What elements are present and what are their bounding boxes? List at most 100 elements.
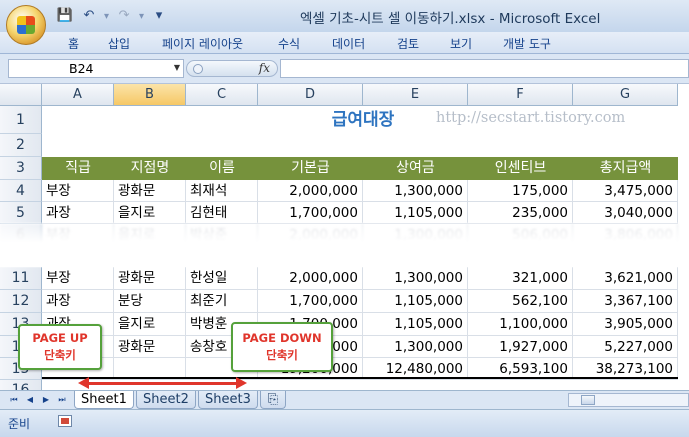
formula-input[interactable] <box>280 59 689 78</box>
column-header-b[interactable]: B <box>114 84 186 106</box>
sheet-tab-2[interactable]: Sheet2 <box>136 391 196 409</box>
cell-bonus[interactable]: 1,105,000 <box>363 313 468 336</box>
sheet-tab-1[interactable]: Sheet1 <box>74 391 134 409</box>
formula-controls: fx <box>186 60 278 77</box>
watermark: http://secstart.tistory.com <box>436 110 626 126</box>
tab-arrow <box>88 382 236 385</box>
cell-branch[interactable]: 광화문 <box>114 336 186 358</box>
select-all-corner[interactable] <box>0 84 42 106</box>
row-header-12[interactable]: 12 <box>0 290 42 313</box>
cell-branch[interactable]: 광화문 <box>114 180 186 202</box>
sheet-tab-3[interactable]: Sheet3 <box>198 391 258 409</box>
quick-access-toolbar: 💾 ↶ ▾ ↷ ▾ ▾ <box>56 7 168 25</box>
first-sheet-icon[interactable]: ⏮ <box>8 394 20 406</box>
tab-view[interactable]: 보기 <box>450 35 472 52</box>
office-logo-icon <box>17 16 35 34</box>
cell-name[interactable]: 최준기 <box>186 290 258 313</box>
row-header-1[interactable]: 1 <box>0 106 42 134</box>
header-bonus[interactable]: 상여금 <box>363 157 468 180</box>
cell-incentive[interactable]: 175,000 <box>468 180 573 202</box>
cell-rank[interactable]: 부장 <box>42 180 114 202</box>
cell-bonus[interactable]: 1,105,000 <box>363 290 468 313</box>
cell-total-pay[interactable]: 3,040,000 <box>573 202 678 224</box>
cell-base-pay[interactable]: 1,700,000 <box>258 290 363 313</box>
tab-insert[interactable]: 삽입 <box>108 35 130 52</box>
prev-sheet-icon[interactable]: ◀ <box>24 394 36 406</box>
cell-total-pay[interactable]: 3,621,000 <box>573 267 678 290</box>
insert-function-icon[interactable]: fx <box>259 61 270 75</box>
customize-qat-icon[interactable]: ▾ <box>150 8 168 24</box>
sheet-tab-bar: ⏮ ◀ ▶ ⏭ Sheet1 Sheet2 Sheet3 ⎘ <box>0 390 689 409</box>
total-row-border <box>42 377 678 379</box>
tab-review[interactable]: 검토 <box>397 35 419 52</box>
tab-page-layout[interactable]: 페이지 레이아웃 <box>162 35 243 52</box>
name-box[interactable]: B24 ▼ <box>8 59 184 78</box>
tab-data[interactable]: 데이터 <box>332 35 365 52</box>
row-header-4[interactable]: 4 <box>0 180 42 202</box>
column-header-f[interactable]: F <box>468 84 573 106</box>
header-rank[interactable]: 직급 <box>42 157 114 180</box>
header-total-pay[interactable]: 총지급액 <box>573 157 678 180</box>
cell-name[interactable]: 한성일 <box>186 267 258 290</box>
redo-dropdown-icon[interactable]: ▾ <box>139 11 144 22</box>
last-sheet-icon[interactable]: ⏭ <box>56 394 68 406</box>
scrollbar-thumb[interactable] <box>581 395 595 405</box>
cell-base-pay[interactable]: 2,000,000 <box>258 267 363 290</box>
cell-incentive[interactable]: 321,000 <box>468 267 573 290</box>
next-sheet-icon[interactable]: ▶ <box>40 394 52 406</box>
column-header-c[interactable]: C <box>186 84 258 106</box>
horizontal-scrollbar[interactable] <box>568 393 689 407</box>
row-header-16[interactable]: 16 <box>0 380 42 390</box>
insert-sheet-icon[interactable]: ⎘ <box>260 391 286 409</box>
cell-rank[interactable]: 부장 <box>42 267 114 290</box>
cell-bonus[interactable]: 1,300,000 <box>363 267 468 290</box>
cell-incentive[interactable]: 562,100 <box>468 290 573 313</box>
column-header-d[interactable]: D <box>258 84 363 106</box>
column-header-a[interactable]: A <box>42 84 114 106</box>
cell-base-pay[interactable]: 2,000,000 <box>258 180 363 202</box>
name-box-dropdown-icon[interactable]: ▼ <box>174 63 180 72</box>
cell-branch[interactable]: 을지로 <box>114 202 186 224</box>
column-header-e[interactable]: E <box>363 84 468 106</box>
redo-icon[interactable]: ↷ <box>115 8 133 24</box>
row-header-2[interactable]: 2 <box>0 134 42 157</box>
row-header-5[interactable]: 5 <box>0 202 42 224</box>
cell-total-pay[interactable]: 5,227,000 <box>573 336 678 358</box>
cell-total-pay[interactable]: 3,905,000 <box>573 313 678 336</box>
title-bar: 💾 ↶ ▾ ↷ ▾ ▾ 엑셀 기초-시트 셀 이동하기.xlsx - Micro… <box>0 0 689 32</box>
cell-incentive[interactable]: 1,927,000 <box>468 336 573 358</box>
cell-name[interactable]: 최재석 <box>186 180 258 202</box>
cell-branch[interactable]: 광화문 <box>114 267 186 290</box>
undo-dropdown-icon[interactable]: ▾ <box>104 11 109 22</box>
page-down-label: PAGE DOWN <box>242 331 322 345</box>
macro-record-icon[interactable] <box>58 415 72 427</box>
cell-base-pay[interactable]: 1,700,000 <box>258 202 363 224</box>
header-name[interactable]: 이름 <box>186 157 258 180</box>
cell-name[interactable]: 김현태 <box>186 202 258 224</box>
undo-icon[interactable]: ↶ <box>80 8 98 24</box>
tab-formulas[interactable]: 수식 <box>278 35 300 52</box>
cell-rank[interactable]: 과장 <box>42 202 114 224</box>
header-branch[interactable]: 지점명 <box>114 157 186 180</box>
cell-incentive[interactable]: 235,000 <box>468 202 573 224</box>
cell-bonus[interactable]: 1,105,000 <box>363 202 468 224</box>
cell-bonus[interactable]: 1,300,000 <box>363 336 468 358</box>
cell-branch[interactable]: 을지로 <box>114 313 186 336</box>
cell-branch[interactable]: 분당 <box>114 290 186 313</box>
expand-icon[interactable] <box>193 64 203 74</box>
office-button[interactable] <box>6 5 46 45</box>
cell-total-pay[interactable]: 3,475,000 <box>573 180 678 202</box>
row-header-3[interactable]: 3 <box>0 157 42 180</box>
header-incentive[interactable]: 인센티브 <box>468 157 573 180</box>
header-base-pay[interactable]: 기본급 <box>258 157 363 180</box>
tab-developer[interactable]: 개발 도구 <box>503 35 551 52</box>
save-icon[interactable]: 💾 <box>56 8 74 24</box>
column-header-g[interactable]: G <box>573 84 678 106</box>
cell-total-pay[interactable]: 3,367,100 <box>573 290 678 313</box>
cell-rank[interactable]: 과장 <box>42 290 114 313</box>
cell-bonus[interactable]: 1,300,000 <box>363 180 468 202</box>
row-header-11[interactable]: 11 <box>0 267 42 290</box>
page-up-callout: PAGE UP 단축키 <box>18 324 102 370</box>
tab-home[interactable]: 홈 <box>68 35 79 52</box>
cell-incentive[interactable]: 1,100,000 <box>468 313 573 336</box>
